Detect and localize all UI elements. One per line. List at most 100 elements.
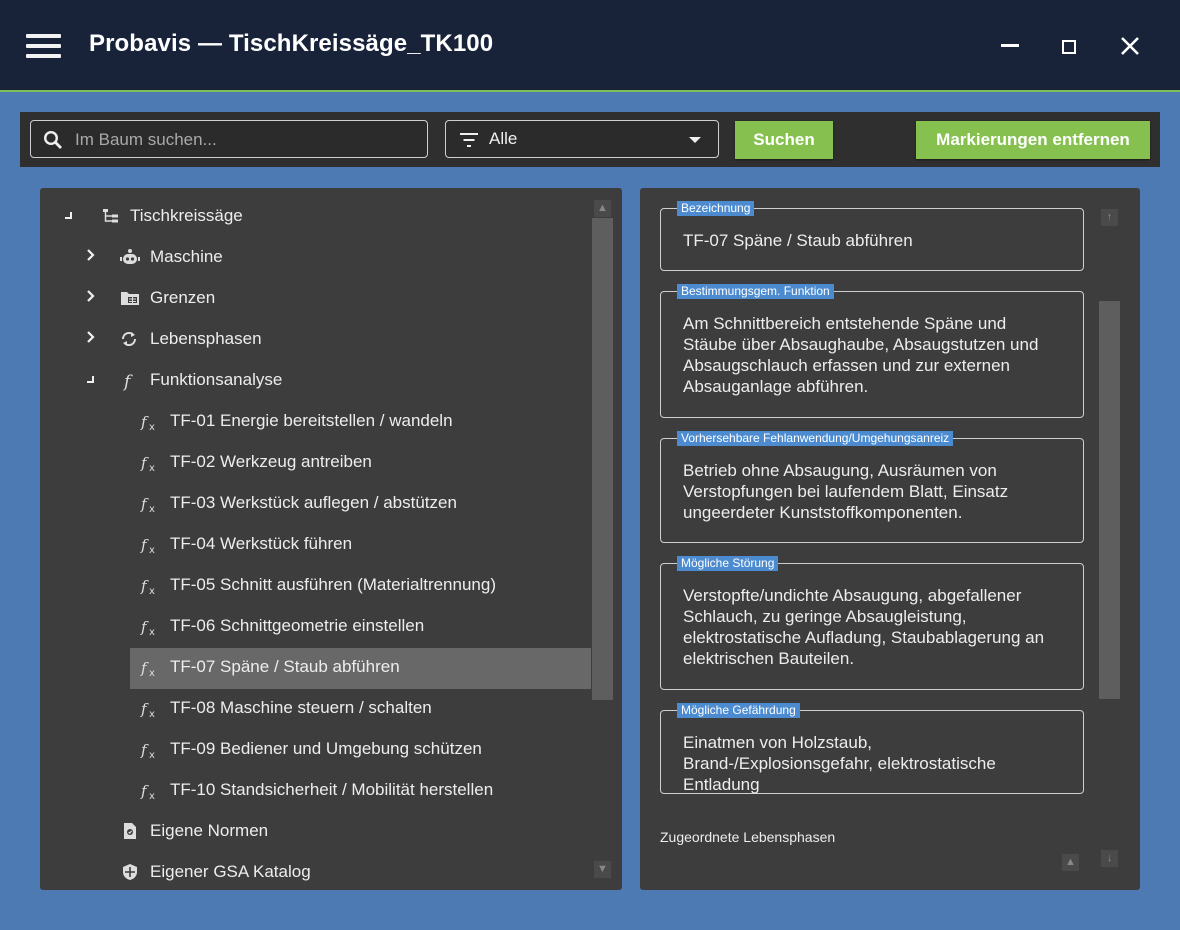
tree-item-tf-09[interactable]: fx TF-09 Bediener und Umgebung schützen [40,730,592,770]
field-value[interactable]: Einatmen von Holzstaub, Brand-/Explosion… [683,732,1063,795]
cycle-icon [120,330,140,350]
fx-icon: fx [140,453,160,474]
tree-item-label: Eigener GSA Katalog [150,862,311,881]
close-icon[interactable] [1114,30,1146,62]
shield-icon [121,863,141,883]
chevron-right-icon[interactable] [86,289,100,309]
tree-item-label: TF-02 Werkzeug antreiben [170,452,372,471]
svg-text:f: f [140,454,149,472]
svg-text:f: f [140,700,149,718]
folder-icon [120,289,140,309]
tree-item-label: TF-07 Späne / Staub abführen [170,657,400,676]
scroll-down-icon[interactable]: ▼ [594,861,611,878]
collapse-icon[interactable] [86,371,100,391]
detail-scrollbar-thumb[interactable] [1099,301,1120,699]
svg-text:x: x [149,422,155,432]
filter-dropdown[interactable]: Alle [445,120,719,158]
svg-text:f: f [140,495,149,513]
tree-item-tf-03[interactable]: fx TF-03 Werkstück auflegen / abstützen [40,484,592,524]
field-value[interactable]: TF-07 Späne / Staub abführen [683,230,1063,251]
tree-item-funktionsanalyse[interactable]: f Funktionsanalyse [40,361,592,401]
svg-text:x: x [149,750,155,760]
fx-icon: fx [140,658,160,679]
svg-text:x: x [149,586,155,596]
fx-icon: fx [140,535,160,556]
fx-icon: fx [140,781,160,802]
field-value[interactable]: Betrieb ohne Absaugung, Ausräumen von Ve… [683,460,1063,523]
scroll-up-icon[interactable]: ↑ [1101,209,1118,226]
svg-text:f: f [122,372,133,391]
tree-item-tf-10[interactable]: fx TF-10 Standsicherheit / Mobilität her… [40,771,592,811]
tree-panel: Tischkreissäge Maschine Grenzen Lebensph… [40,188,622,890]
tree-scrollbar-thumb[interactable] [592,218,613,700]
tree-item-gsa-katalog[interactable]: Eigener GSA Katalog [40,853,592,890]
tree-search-input[interactable] [73,126,417,154]
title-bar: Probavis — TischKreissäge_TK100 [0,0,1180,92]
fx-icon: fx [140,740,160,761]
norm-document-icon [122,822,142,842]
phases-scroll-up-icon[interactable]: ▲ [1062,854,1079,871]
svg-text:f: f [140,741,149,759]
chevron-right-icon[interactable] [86,330,100,350]
detail-scrollbar[interactable]: ↑ ↓ [1099,208,1120,878]
tree-root[interactable]: Tischkreissäge [40,197,592,237]
fx-icon: fx [140,576,160,597]
tree-item-tf-08[interactable]: fx TF-08 Maschine steuern / schalten [40,689,592,729]
svg-text:x: x [149,668,155,678]
svg-text:f: f [140,618,149,636]
tree-search-box[interactable] [30,120,428,158]
tree-item-label: TF-01 Energie bereitstellen / wandeln [170,411,453,430]
detail-panel: Bezeichnung TF-07 Späne / Staub abführen… [640,188,1140,890]
field-value[interactable]: Am Schnittbereich entstehende Späne und … [683,313,1063,397]
function-icon: f [122,371,142,392]
tree-item-label: Funktionsanalyse [150,370,283,389]
svg-text:f: f [140,536,149,554]
tree-item-grenzen[interactable]: Grenzen [40,279,592,319]
tree-item-label: Eigene Normen [150,821,269,840]
svg-text:f: f [140,782,149,800]
filter-value: Alle [489,129,518,148]
clear-markings-button[interactable]: Markierungen entfernen [916,121,1150,159]
tree-item-label: Maschine [150,247,223,266]
svg-text:x: x [149,463,155,473]
field-moegliche-gefaehrdung[interactable]: Mögliche Gefährdung Einatmen von Holzsta… [660,703,1084,795]
tree-item-label: Grenzen [150,288,216,307]
field-bezeichnung[interactable]: Bezeichnung TF-07 Späne / Staub abführen [660,201,1084,271]
fx-icon: fx [140,494,160,515]
field-bestimmungsgemaesse-funktion[interactable]: Bestimmungsgem. Funktion Am Schnittberei… [660,284,1084,418]
chevron-right-icon[interactable] [86,248,100,268]
tree-item-lebensphasen[interactable]: Lebensphasen [40,320,592,360]
scroll-up-icon[interactable]: ▲ [594,200,611,217]
tree-item-tf-05[interactable]: fx TF-05 Schnitt ausführen (Materialtren… [40,566,592,606]
field-label: Vorhersehbare Fehlanwendung/Umgehungsanr… [677,431,954,446]
tree-item-tf-01[interactable]: fx TF-01 Energie bereitstellen / wandeln [40,402,592,442]
fx-icon: fx [140,699,160,720]
field-label: Bestimmungsgem. Funktion [677,284,834,299]
tree-item-label: TF-09 Bediener und Umgebung schützen [170,739,482,758]
scroll-down-icon[interactable]: ↓ [1101,850,1118,867]
tree-item-eigene-normen[interactable]: Eigene Normen [40,812,592,852]
robot-icon [120,248,140,268]
tree-item-maschine[interactable]: Maschine [40,238,592,278]
search-button[interactable]: Suchen [735,121,833,159]
field-fehlanwendung[interactable]: Vorhersehbare Fehlanwendung/Umgehungsanr… [660,431,1084,543]
svg-text:x: x [149,545,155,555]
field-value[interactable]: Verstopfte/undichte Absaugung, abgefalle… [683,585,1063,669]
search-icon [43,130,63,155]
svg-text:f: f [140,413,149,431]
field-moegliche-stoerung[interactable]: Mögliche Störung Verstopfte/undichte Abs… [660,556,1084,690]
collapse-icon[interactable] [64,207,78,227]
fx-icon: fx [140,617,160,638]
maximize-icon[interactable] [1054,30,1086,62]
tree-item-label: TF-08 Maschine steuern / schalten [170,698,432,717]
tree-item-label: TF-04 Werkstück führen [170,534,353,553]
tree-item-tf-04[interactable]: fx TF-04 Werkstück führen [40,525,592,565]
tree-item-tf-02[interactable]: fx TF-02 Werkzeug antreiben [40,443,592,483]
tree-item-tf-07[interactable]: fx TF-07 Späne / Staub abführen [40,648,592,689]
minimize-icon[interactable] [996,30,1028,62]
tree-scrollbar[interactable]: ▲ ▼ [592,198,613,881]
field-label: Mögliche Störung [677,556,779,571]
tree-item-tf-06[interactable]: fx TF-06 Schnittgeometrie einstellen [40,607,592,647]
svg-text:x: x [149,627,155,637]
hamburger-menu-icon[interactable] [26,34,61,58]
